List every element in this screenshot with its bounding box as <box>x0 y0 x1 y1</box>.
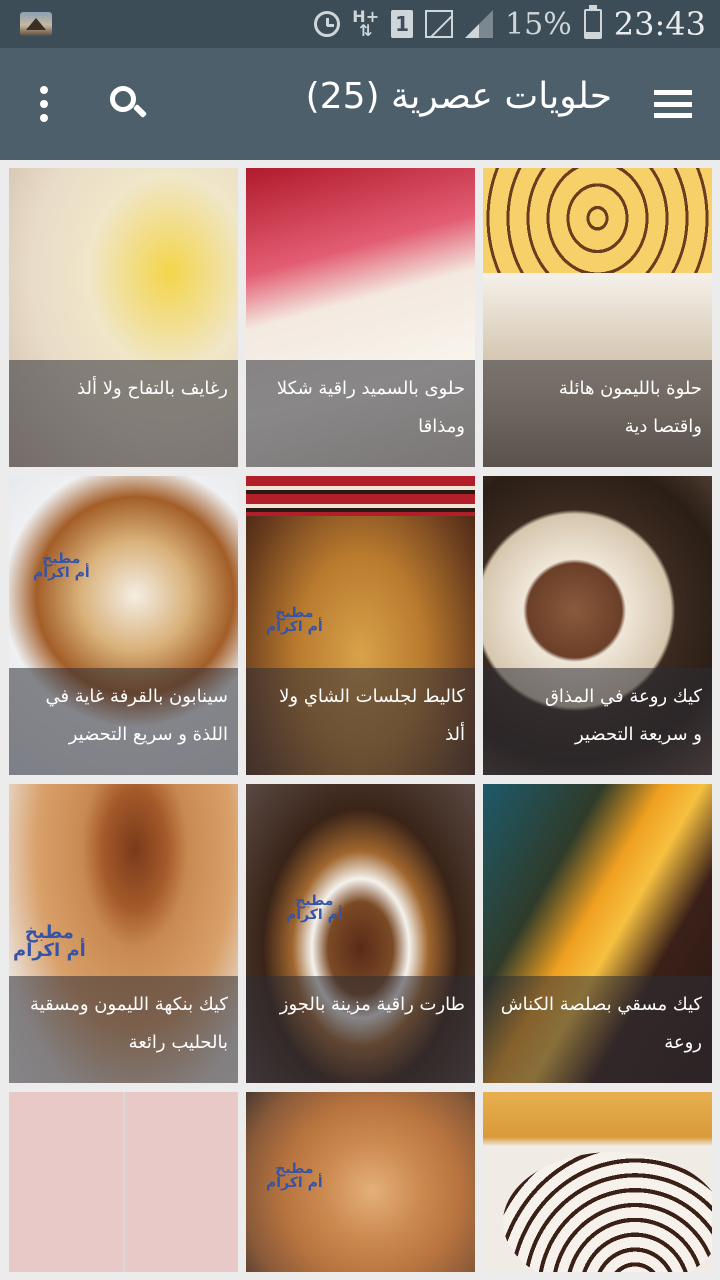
alarm-icon <box>314 11 341 37</box>
recipe-card[interactable]: مطبخ أم اكرام كيك بنكهة الليمون ومسقية با… <box>9 784 238 1083</box>
recipe-title-line1: كيك روعة في المذاق <box>544 686 702 707</box>
recipe-card[interactable]: مطبخ أم اكرام طارت راقية مزينة بالجوز <box>246 784 475 1083</box>
recipe-title-line1: كيك بنكهة الليمون ومسقية <box>29 994 228 1015</box>
more-vert-icon[interactable] <box>26 84 62 124</box>
watermark-logo: مطبخ أم اكرام <box>13 922 86 961</box>
recipe-title-line2: ألذ <box>445 724 465 745</box>
app-bar: حلويات عصرية (25) <box>0 48 720 160</box>
sim-slot-icon: 1 <box>391 10 414 38</box>
recipe-title-line2: واقتصا دية <box>624 416 702 437</box>
recipe-title-line2: بالحليب رائعة <box>128 1032 228 1053</box>
recipe-card[interactable]: مطبخ أم اكرام كاليط لجلسات الشاي ولا ألذ <box>246 476 475 775</box>
recipe-title-line1: طارت راقية مزينة بالجوز <box>279 994 465 1015</box>
network-type-indicator: H+ ⇅ <box>352 7 380 40</box>
search-icon[interactable] <box>106 82 150 126</box>
notification-thumbnail-icon <box>20 12 52 36</box>
status-bar: H+ ⇅ 1 15% 23:43 <box>0 0 720 48</box>
recipe-title-line1: حلوة بالليمون هائلة <box>558 378 702 399</box>
recipe-card[interactable]: رغايف بالتفاح ولا ألذ <box>9 168 238 467</box>
recipe-title-line2: ومذاقا <box>418 416 465 437</box>
recipe-card[interactable]: مطبخ أم اكرام سينابون بالقرفة غاية في الل… <box>9 476 238 775</box>
recipe-title-line1: كاليط لجلسات الشاي ولا <box>279 686 465 707</box>
recipe-card[interactable]: مطبخ أم اكرام <box>246 1092 475 1272</box>
recipe-image <box>483 1092 712 1272</box>
recipe-title-line2: اللذة و سريع التحضير <box>68 724 228 745</box>
hamburger-menu-icon[interactable] <box>654 90 692 118</box>
signal-strength-icon <box>465 10 494 38</box>
recipe-card[interactable] <box>483 1092 712 1272</box>
recipe-title-line1: رغايف بالتفاح ولا ألذ <box>77 378 228 399</box>
recipe-card[interactable]: حلوى بالسميد راقية شكلا ومذاقا <box>246 168 475 467</box>
recipe-title-line2: و سريعة التحضير <box>574 724 702 745</box>
recipe-card[interactable]: كيك روعة في المذاق و سريعة التحضير <box>483 476 712 775</box>
battery-percent: 15% <box>505 6 572 42</box>
page-title: حلويات عصرية (25) <box>305 76 612 117</box>
recipe-card[interactable]: حلوة بالليمون هائلة واقتصا دية <box>483 168 712 467</box>
watermark-logo: مطبخ أم اكرام <box>266 1161 323 1191</box>
watermark-logo: مطبخ أم اكرام <box>286 893 343 923</box>
clock: 23:43 <box>613 5 706 43</box>
recipe-title-line1: سينابون بالقرفة غاية في <box>45 686 228 707</box>
no-signal-icon <box>425 10 454 38</box>
recipe-title-line1: حلوى بالسميد راقية شكلا <box>276 378 465 399</box>
recipe-title-line2: روعة <box>664 1032 702 1053</box>
recipe-title-line1: كيك مسقي بصلصة الكناش <box>500 994 702 1015</box>
watermark-logo: مطبخ أم اكرام <box>33 551 90 581</box>
battery-icon <box>583 5 602 39</box>
recipe-card[interactable] <box>9 1092 238 1272</box>
recipe-card[interactable]: كيك مسقي بصلصة الكناش روعة <box>483 784 712 1083</box>
recipe-image <box>9 1092 238 1272</box>
watermark-logo: مطبخ أم اكرام <box>266 605 323 635</box>
